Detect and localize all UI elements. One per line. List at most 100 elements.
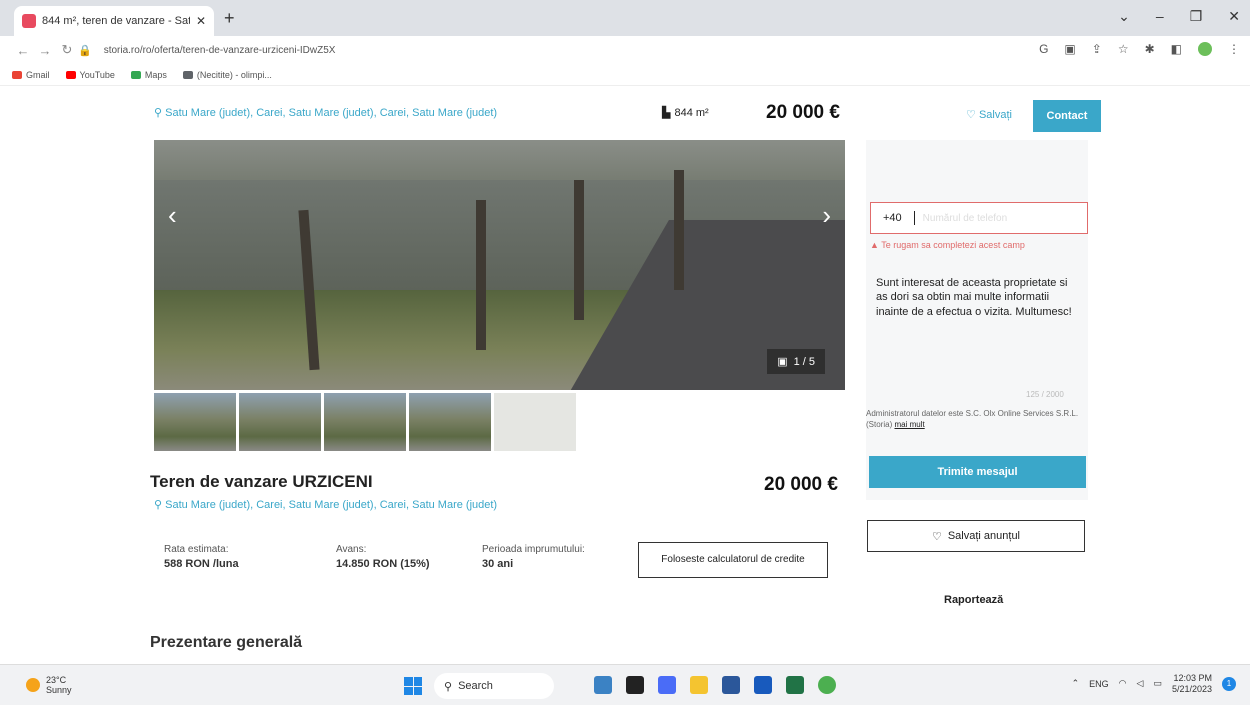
address-bar: ← → ↻ 🔒 storia.ro/ro/oferta/teren-de-van… [0, 36, 1250, 64]
close-tab-icon[interactable]: ✕ [196, 14, 206, 28]
taskbar-search[interactable]: ⚲ Search [434, 673, 554, 699]
volume-icon[interactable]: ◁ [1137, 678, 1144, 689]
reload-icon[interactable]: ↻ [56, 42, 78, 58]
period-value: 30 ani [482, 558, 514, 570]
storia-favicon-icon [22, 14, 36, 28]
bookmark-label: Maps [144, 69, 167, 80]
url-field[interactable]: storia.ro/ro/oferta/teren-de-vanzare-urz… [104, 45, 336, 56]
search-label: Search [458, 680, 493, 692]
thumbnail-strip [154, 393, 576, 451]
file-explorer-icon[interactable] [690, 676, 708, 694]
bookmark-mail[interactable]: (Necitite) - olimpi... [182, 69, 272, 80]
share-icon[interactable]: ⇪ [1092, 42, 1102, 56]
location-pin-icon: ⚲ [154, 499, 163, 511]
listing-price: 20 000 € [764, 474, 838, 495]
area-value: 844 m² [674, 106, 709, 119]
message-textarea[interactable]: Sunt interesat de aceasta proprietate si… [868, 270, 1088, 390]
bookmark-star-icon[interactable]: ☆ [1118, 42, 1129, 56]
outlook-app-icon[interactable] [754, 676, 772, 694]
menu-icon[interactable]: ⋮ [1228, 42, 1240, 56]
thumbnail[interactable] [409, 393, 491, 451]
photo-gallery[interactable]: ‹ › ▣ 1 / 5 [154, 140, 845, 390]
bookmark-maps[interactable]: Maps [130, 69, 167, 80]
new-tab-icon[interactable]: + [224, 8, 235, 29]
error-text: Te rugam sa completezi acest camp [881, 240, 1025, 250]
prev-photo-icon[interactable]: ‹ [168, 200, 177, 231]
weather-widget[interactable]: 23°C Sunny [26, 675, 72, 695]
system-tray: ⌃ ENG ◠ ◁ ▭ 12:03 PM 5/21/2023 1 [1072, 673, 1236, 695]
bookmark-label: Gmail [26, 69, 50, 80]
location-text: Satu Mare (judet), Carei, Satu Mare (jud… [165, 107, 498, 119]
bookmark-youtube[interactable]: YouTube [65, 70, 115, 80]
fence-post [674, 170, 684, 290]
loan-period: Perioada imprumutului: 30 ani [482, 544, 585, 570]
overview-heading: Prezentare generală [150, 634, 303, 651]
extensions-puzzle-icon[interactable]: ✱ [1145, 42, 1155, 56]
phone-field[interactable]: +40 Numărul de telefon [870, 202, 1088, 234]
phone-error: ▲ Te rugam sa completezi acest camp [870, 240, 1025, 250]
chevron-up-icon[interactable]: ⌃ [1072, 678, 1080, 689]
advance-value: 14.850 RON (15%) [336, 558, 430, 570]
phone-placeholder: Numărul de telefon [922, 212, 1008, 224]
save-ad-button[interactable]: ♡ Salvați anunțul [867, 520, 1085, 552]
chat-app-icon[interactable] [658, 676, 676, 694]
thumbnail[interactable] [239, 393, 321, 451]
listing-location[interactable]: ⚲ Satu Mare (judet), Carei, Satu Mare (j… [154, 498, 497, 511]
google-lens-icon[interactable]: G [1039, 42, 1048, 56]
photo-counter-text: 1 / 5 [793, 355, 815, 368]
header-save-button[interactable]: ♡ Salvați [966, 108, 1012, 121]
extension-icon[interactable]: ▣ [1064, 42, 1075, 56]
bing-app-icon[interactable] [594, 676, 612, 694]
phone-prefix[interactable]: +40 [883, 212, 902, 224]
browser-tab[interactable]: 844 m², teren de vanzare - Satu ✕ [14, 6, 214, 36]
save-label: Salvați [978, 109, 1012, 121]
credit-calculator-button[interactable]: Foloseste calculatorul de credite [638, 542, 828, 578]
send-message-button[interactable]: Trimite mesajul [869, 456, 1086, 488]
legal-more-link[interactable]: mai mult [894, 420, 924, 429]
chrome-app-icon[interactable] [818, 676, 836, 694]
location-text: Satu Mare (judet), Carei, Satu Mare (jud… [165, 499, 498, 511]
lock-icon[interactable]: 🔒 [78, 44, 92, 57]
back-icon[interactable]: ← [12, 43, 34, 58]
thumbnail[interactable] [494, 393, 576, 451]
minimize-icon[interactable]: – [1156, 8, 1164, 25]
thumbnail[interactable] [324, 393, 406, 451]
mail-icon [182, 70, 193, 79]
search-icon: ⚲ [444, 680, 453, 693]
fence-post [574, 180, 584, 320]
thumbnail[interactable] [154, 393, 236, 451]
temperature: 23°C [46, 675, 67, 685]
heart-icon: ♡ [931, 530, 942, 543]
excel-app-icon[interactable] [786, 676, 804, 694]
weather-text: Sunny [46, 685, 72, 695]
language-indicator[interactable]: ENG [1089, 679, 1109, 689]
restore-icon[interactable]: ❐ [1190, 8, 1203, 25]
clock[interactable]: 12:03 PM 5/21/2023 [1172, 673, 1212, 695]
youtube-icon [65, 70, 76, 79]
listing-page: ⚲ Satu Mare (judet), Carei, Satu Mare (j… [0, 86, 1250, 664]
forward-icon[interactable]: → [34, 43, 56, 58]
notification-badge[interactable]: 1 [1222, 676, 1236, 691]
profile-avatar[interactable] [1198, 42, 1212, 56]
bookmark-label: (Necitite) - olimpi... [196, 69, 272, 80]
task-view-icon[interactable] [626, 676, 644, 694]
time: 12:03 PM [1173, 673, 1212, 683]
advance: Avans: 14.850 RON (15%) [336, 544, 430, 570]
start-button[interactable] [404, 677, 422, 695]
store-app-icon[interactable] [722, 676, 740, 694]
battery-icon[interactable]: ▭ [1153, 678, 1162, 689]
sidebar-icon[interactable]: ◧ [1171, 42, 1182, 56]
pinned-apps [594, 676, 836, 694]
tab-search-icon[interactable]: ⌄ [1118, 8, 1130, 25]
heart-icon: ♡ [966, 109, 976, 121]
advance-label: Avans: [336, 544, 367, 555]
bookmark-gmail[interactable]: Gmail [12, 70, 50, 80]
fence-post [476, 200, 486, 350]
header-location[interactable]: ⚲ Satu Mare (judet), Carei, Satu Mare (j… [154, 106, 497, 119]
gmail-icon [12, 70, 22, 79]
wifi-icon[interactable]: ◠ [1119, 678, 1127, 689]
next-photo-icon[interactable]: › [822, 200, 831, 231]
contact-button[interactable]: Contact [1033, 100, 1101, 132]
report-link[interactable]: Raportează [944, 594, 1003, 606]
close-window-icon[interactable]: ✕ [1228, 8, 1240, 25]
